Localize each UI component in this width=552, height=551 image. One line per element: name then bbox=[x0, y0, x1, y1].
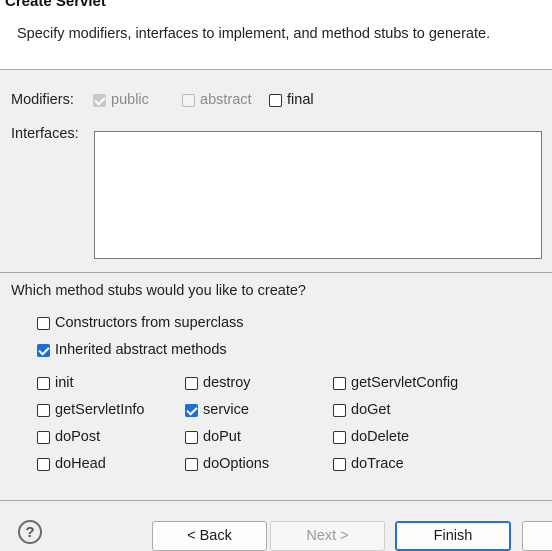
section-separator bbox=[0, 272, 552, 273]
method-checkbox-dohead[interactable]: doHead bbox=[37, 454, 106, 474]
method-label: init bbox=[55, 375, 74, 391]
method-box-doput[interactable] bbox=[185, 430, 198, 444]
method-checkbox-dopost[interactable]: doPost bbox=[37, 427, 100, 447]
method-box-service[interactable] bbox=[185, 403, 198, 417]
public-label: public bbox=[111, 92, 149, 108]
dialog-banner: Create Servlet Specify modifiers, interf… bbox=[0, 0, 552, 70]
method-label: destroy bbox=[203, 375, 251, 391]
abstract-label: abstract bbox=[200, 92, 252, 108]
method-box-destroy[interactable] bbox=[185, 376, 198, 390]
next-button[interactable]: Next > bbox=[270, 521, 385, 551]
method-label: getServletInfo bbox=[55, 402, 145, 418]
inherited-label: Inherited abstract methods bbox=[55, 342, 227, 358]
method-label: doDelete bbox=[351, 429, 410, 445]
method-label: doOptions bbox=[203, 456, 270, 472]
interfaces-list[interactable] bbox=[94, 131, 542, 259]
back-button[interactable]: < Back bbox=[152, 521, 267, 551]
cancel-button-partial[interactable] bbox=[522, 521, 552, 551]
modifiers-label: Modifiers: bbox=[11, 92, 74, 108]
inherited-checkbox-box[interactable] bbox=[37, 343, 50, 357]
method-checkbox-dodelete[interactable]: doDelete bbox=[333, 427, 409, 447]
method-box-dodelete[interactable] bbox=[333, 430, 346, 444]
final-checkbox[interactable]: final bbox=[269, 90, 314, 110]
abstract-checkbox-box bbox=[182, 93, 195, 107]
method-box-init[interactable] bbox=[37, 376, 50, 390]
finish-button[interactable]: Finish bbox=[395, 521, 511, 551]
dialog-title: Create Servlet bbox=[5, 0, 106, 10]
method-checkbox-service[interactable]: service bbox=[185, 400, 249, 420]
method-checkbox-dooptions[interactable]: doOptions bbox=[185, 454, 269, 474]
method-box-dotrace[interactable] bbox=[333, 457, 346, 471]
method-box-getservletinfo[interactable] bbox=[37, 403, 50, 417]
final-label: final bbox=[287, 92, 314, 108]
method-checkbox-getservletinfo[interactable]: getServletInfo bbox=[37, 400, 144, 420]
method-label: doGet bbox=[351, 402, 391, 418]
method-checkbox-doput[interactable]: doPut bbox=[185, 427, 241, 447]
method-checkbox-destroy[interactable]: destroy bbox=[185, 373, 251, 393]
help-icon[interactable]: ? bbox=[18, 520, 42, 544]
method-checkbox-dotrace[interactable]: doTrace bbox=[333, 454, 404, 474]
abstract-checkbox: abstract bbox=[182, 90, 252, 110]
method-stubs-question: Which method stubs would you like to cre… bbox=[11, 283, 306, 299]
method-box-dooptions[interactable] bbox=[185, 457, 198, 471]
inherited-abstract-checkbox[interactable]: Inherited abstract methods bbox=[37, 340, 227, 360]
method-label: service bbox=[203, 402, 249, 418]
method-label: doHead bbox=[55, 456, 106, 472]
method-box-doget[interactable] bbox=[333, 403, 346, 417]
method-label: getServletConfig bbox=[351, 375, 459, 391]
final-checkbox-box[interactable] bbox=[269, 93, 282, 107]
method-checkbox-init[interactable]: init bbox=[37, 373, 74, 393]
public-checkbox-box bbox=[93, 93, 106, 107]
method-label: doPost bbox=[55, 429, 101, 445]
method-checkbox-doget[interactable]: doGet bbox=[333, 400, 391, 420]
public-checkbox: public bbox=[93, 90, 149, 110]
method-checkbox-getservletconfig[interactable]: getServletConfig bbox=[333, 373, 458, 393]
method-label: doTrace bbox=[351, 456, 404, 472]
method-box-getservletconfig[interactable] bbox=[333, 376, 346, 390]
constructors-checkbox[interactable]: Constructors from superclass bbox=[37, 313, 244, 333]
constructors-label: Constructors from superclass bbox=[55, 315, 244, 331]
method-label: doPut bbox=[203, 429, 241, 445]
method-box-dohead[interactable] bbox=[37, 457, 50, 471]
interfaces-label: Interfaces: bbox=[11, 126, 79, 142]
dialog-description: Specify modifiers, interfaces to impleme… bbox=[17, 26, 491, 42]
method-box-dopost[interactable] bbox=[37, 430, 50, 444]
constructors-checkbox-box[interactable] bbox=[37, 316, 50, 330]
footer-separator bbox=[0, 500, 552, 501]
